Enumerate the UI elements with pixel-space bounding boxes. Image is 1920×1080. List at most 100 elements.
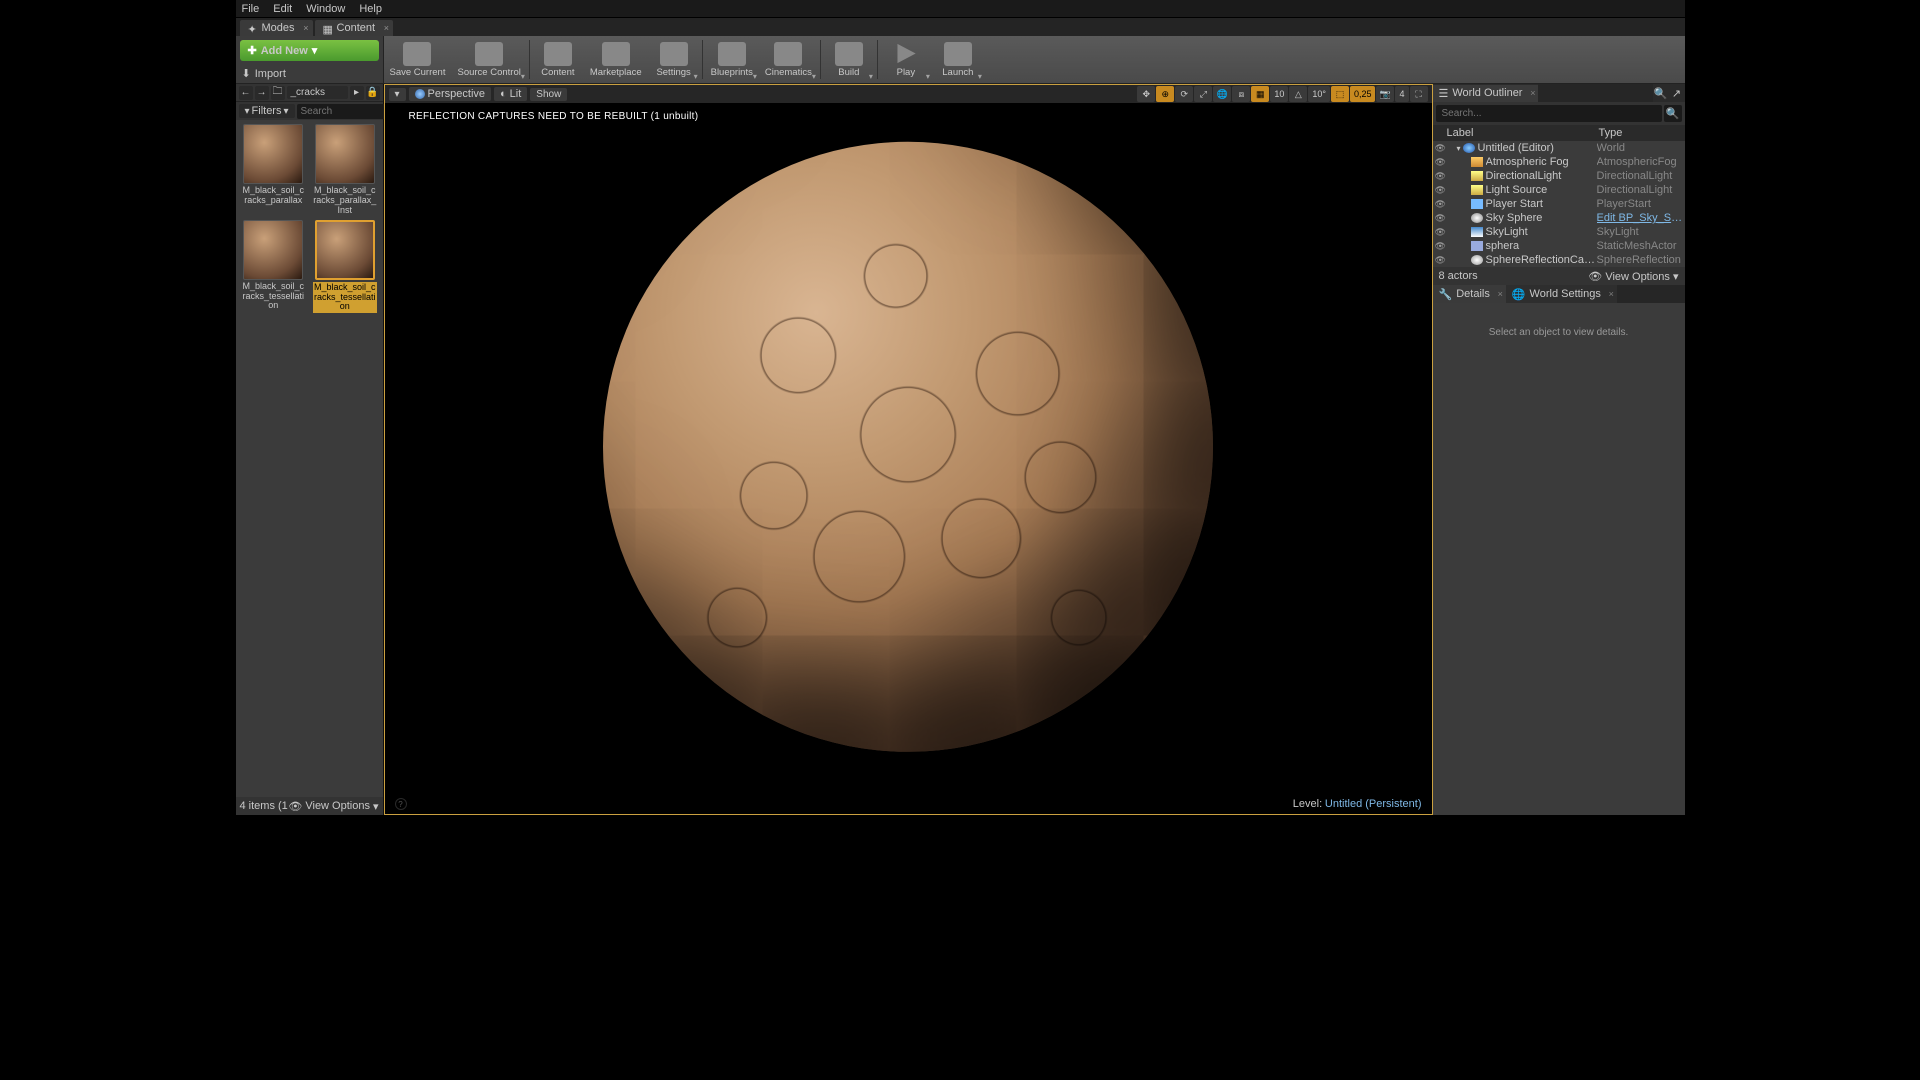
- grid-snap-icon[interactable]: ▦: [1251, 86, 1269, 102]
- tab-world-settings[interactable]: 🌐World Settings×: [1506, 285, 1617, 303]
- toolbar-cinematics-button[interactable]: Cinematics▾: [759, 36, 818, 83]
- camera-speed-icon[interactable]: 📷: [1376, 86, 1394, 102]
- asset-label: M_black_soil_cracks_parallax_Inst: [313, 186, 377, 216]
- visibility-icon[interactable]: 👁: [1435, 241, 1449, 252]
- filters-button[interactable]: ▾ Filters ▾: [239, 104, 295, 118]
- search-icon[interactable]: 🔍: [1664, 105, 1682, 122]
- actor-type-icon: [1463, 143, 1475, 153]
- menu-edit[interactable]: Edit: [273, 3, 292, 15]
- content-icon: [544, 42, 572, 66]
- scale-snap-value[interactable]: 0,25: [1350, 86, 1376, 102]
- outliner-row[interactable]: 👁▾Untitled (Editor)World: [1433, 141, 1685, 155]
- camera-speed-value[interactable]: 4: [1395, 86, 1408, 102]
- outliner-row[interactable]: 👁Atmospheric FogAtmosphericFog: [1433, 155, 1685, 169]
- outliner-row[interactable]: 👁SphereReflectionCaptureSphereReflection: [1433, 253, 1685, 267]
- col-label[interactable]: Label: [1433, 127, 1599, 139]
- view-options-button[interactable]: 👁 View Options ▾: [288, 800, 378, 813]
- tab-details[interactable]: 🔧Details×: [1433, 285, 1506, 303]
- viewport-3d[interactable]: REFLECTION CAPTURES NEED TO BE REBUILT (…: [385, 103, 1432, 814]
- toolbar-build-button[interactable]: Build▾: [823, 36, 875, 83]
- viewport-panel: ▾ Perspective ◐Lit Show ✥ ⊕ ⟳ ⤢ 🌐 ⧈ ▦ 10…: [384, 84, 1433, 815]
- level-name-link[interactable]: Untitled (Persistent): [1325, 798, 1422, 810]
- transform-translate-icon[interactable]: ⊕: [1156, 86, 1174, 102]
- settings-icon: [660, 42, 688, 66]
- transform-scale-icon[interactable]: ⤢: [1194, 86, 1212, 102]
- asset-thumbnail: [315, 220, 375, 280]
- nav-fwd-button[interactable]: →: [255, 86, 269, 100]
- outliner-row[interactable]: 👁SkyLightSkyLight: [1433, 225, 1685, 239]
- maximize-viewport-icon[interactable]: ⛶: [1410, 86, 1428, 102]
- visibility-icon[interactable]: 👁: [1435, 227, 1449, 238]
- angle-snap-value[interactable]: 10°: [1308, 86, 1330, 102]
- col-type[interactable]: Type: [1599, 127, 1685, 139]
- outliner-row[interactable]: 👁DirectionalLightDirectionalLight: [1433, 169, 1685, 183]
- toolbar-play-button[interactable]: Play▾: [880, 36, 932, 83]
- viewport-options-button[interactable]: ▾: [389, 88, 406, 101]
- transform-rotate-icon[interactable]: ⟳: [1175, 86, 1193, 102]
- lit-button[interactable]: ◐Lit: [494, 87, 527, 101]
- menu-window[interactable]: Window: [306, 3, 345, 15]
- menu-file[interactable]: File: [242, 3, 260, 15]
- visibility-icon[interactable]: 👁: [1435, 143, 1449, 154]
- angle-snap-icon[interactable]: △: [1289, 86, 1307, 102]
- menu-help[interactable]: Help: [359, 3, 382, 15]
- close-icon[interactable]: ×: [1498, 289, 1503, 299]
- asset-label: M_black_soil_cracks_tessellation: [241, 282, 305, 312]
- surface-snap-icon[interactable]: ⧈: [1232, 86, 1250, 102]
- actor-type[interactable]: Edit BP_Sky_Sphere: [1597, 212, 1683, 224]
- show-button[interactable]: Show: [530, 88, 567, 101]
- actor-type-icon: [1471, 185, 1483, 195]
- chevron-down-icon: ▾: [694, 72, 698, 81]
- lit-icon: ◐: [500, 88, 507, 100]
- cine-icon: [774, 42, 802, 66]
- asset-tile[interactable]: M_black_soil_cracks_parallax: [240, 124, 308, 216]
- close-icon[interactable]: ×: [1530, 88, 1535, 98]
- chevron-down-icon: ▾: [753, 72, 757, 81]
- nav-back-button[interactable]: ←: [239, 86, 253, 100]
- path-chevron-icon[interactable]: ▸: [350, 86, 364, 100]
- transform-select-icon[interactable]: ✥: [1137, 86, 1155, 102]
- item-count: 4 items (1: [240, 800, 288, 812]
- toolbar-settings-button[interactable]: Settings▾: [648, 36, 700, 83]
- perspective-button[interactable]: Perspective: [409, 87, 491, 101]
- visibility-icon[interactable]: 👁: [1435, 157, 1449, 168]
- outliner-row[interactable]: 👁 Sky SphereEdit BP_Sky_Sphere: [1433, 211, 1685, 225]
- toolbar-save-current-button[interactable]: Save Current: [384, 36, 452, 83]
- visibility-icon[interactable]: 👁: [1435, 171, 1449, 182]
- expand-icon[interactable]: ▾: [1457, 144, 1461, 153]
- close-icon[interactable]: ×: [384, 23, 389, 33]
- visibility-icon[interactable]: 👁: [1435, 255, 1449, 266]
- path-lock-icon[interactable]: 🔒: [366, 86, 380, 100]
- coord-space-icon[interactable]: 🌐: [1213, 86, 1231, 102]
- tab-content[interactable]: ▦Content×: [315, 20, 394, 36]
- outliner-row[interactable]: 👁spheraStaticMeshActor: [1433, 239, 1685, 253]
- outliner-row[interactable]: 👁Light SourceDirectionalLight: [1433, 183, 1685, 197]
- toolbar-blueprints-button[interactable]: Blueprints▾: [705, 36, 759, 83]
- asset-tile[interactable]: M_black_soil_cracks_parallax_Inst: [311, 124, 379, 216]
- visibility-icon[interactable]: 👁: [1435, 185, 1449, 196]
- add-new-button[interactable]: ✚ Add New ▾: [240, 40, 379, 61]
- actor-name: Sky Sphere: [1486, 212, 1597, 224]
- toolbar-launch-button[interactable]: Launch▾: [932, 36, 984, 83]
- close-icon[interactable]: ×: [1609, 289, 1614, 299]
- outliner-row[interactable]: 👁Player StartPlayerStart: [1433, 197, 1685, 211]
- tab-modes[interactable]: ✦Modes×: [240, 20, 313, 36]
- visibility-icon[interactable]: 👁: [1435, 213, 1449, 224]
- asset-tile[interactable]: M_black_soil_cracks_tessellation: [240, 220, 308, 314]
- panel-options-icon[interactable]: ↗: [1669, 87, 1685, 100]
- asset-tile[interactable]: M_black_soil_cracks_tessellation: [311, 220, 379, 314]
- toolbar-marketplace-button[interactable]: Marketplace: [584, 36, 648, 83]
- toolbar-source-control-button[interactable]: Source Control▾: [451, 36, 526, 83]
- tab-world-outliner[interactable]: ☰World Outliner×: [1433, 85, 1539, 102]
- search-options-icon[interactable]: 🔍: [1653, 87, 1669, 100]
- folder-icon[interactable]: 🗀: [271, 86, 285, 100]
- close-icon[interactable]: ×: [303, 23, 308, 33]
- breadcrumb[interactable]: _cracks: [287, 86, 348, 99]
- view-options-button[interactable]: 👁 View Options ▾: [1588, 270, 1678, 283]
- toolbar-content-button[interactable]: Content: [532, 36, 584, 83]
- grid-snap-value[interactable]: 10: [1270, 86, 1288, 102]
- scale-snap-icon[interactable]: ⬚: [1331, 86, 1349, 102]
- import-button[interactable]: ⬇Import: [236, 65, 383, 82]
- outliner-search-input[interactable]: [1436, 105, 1662, 122]
- visibility-icon[interactable]: 👁: [1435, 199, 1449, 210]
